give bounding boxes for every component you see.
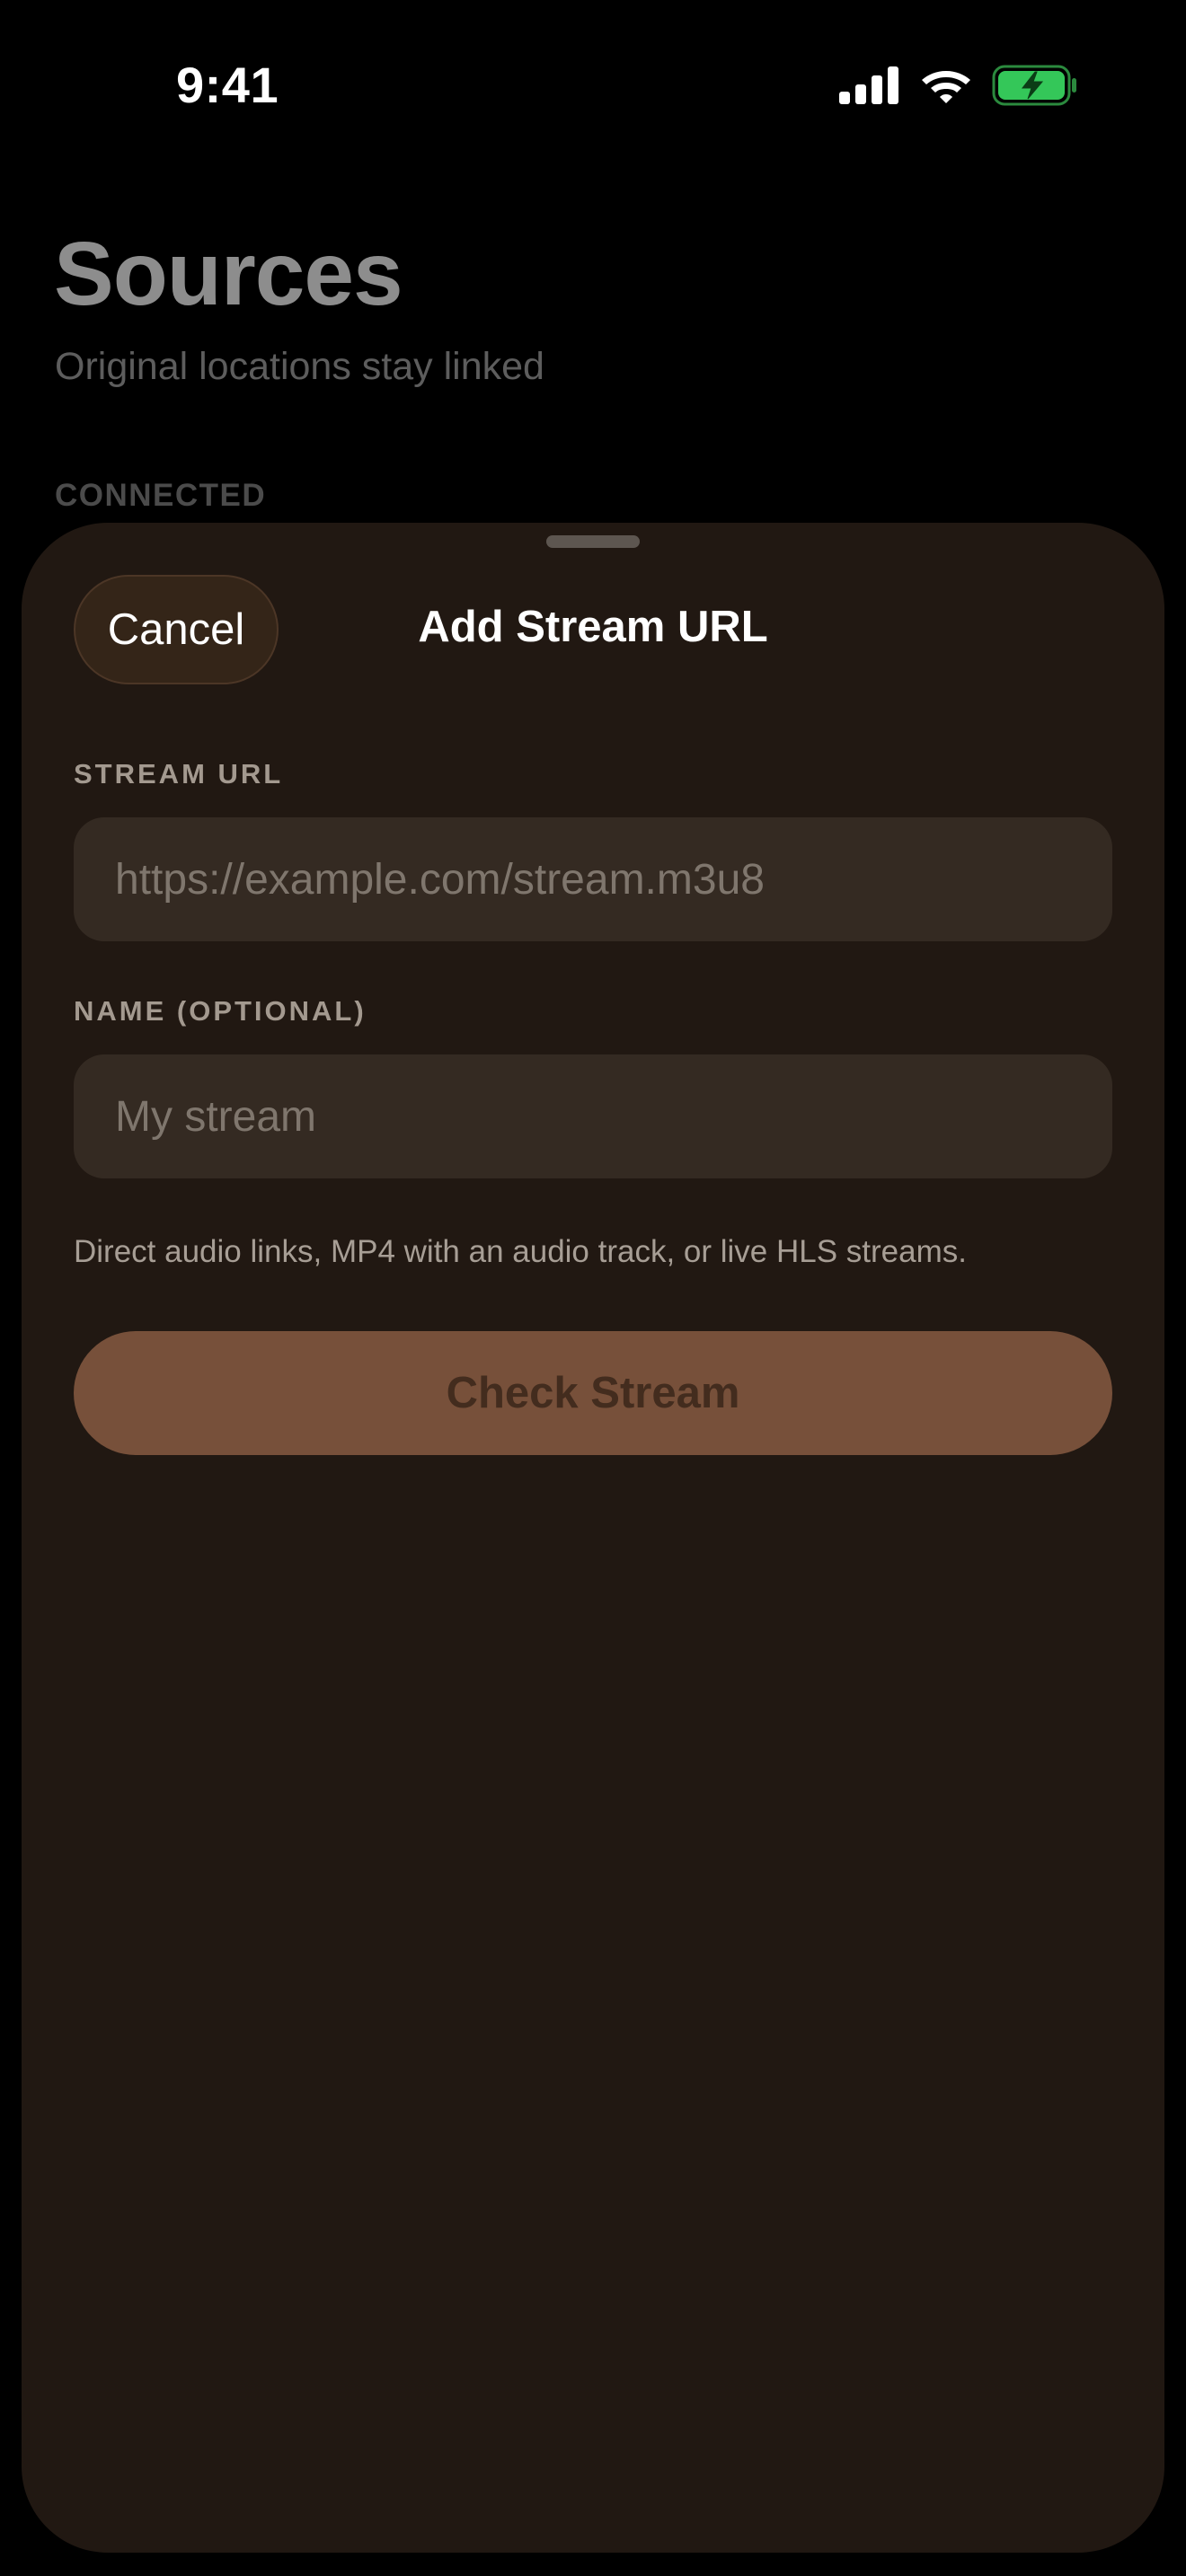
name-optional-label: NAME (OPTIONAL) bbox=[74, 995, 367, 1027]
page-title: Sources bbox=[54, 224, 403, 324]
sheet-title: Add Stream URL bbox=[418, 603, 768, 651]
screen: 9:41 Sources Original locations stay lin… bbox=[0, 0, 1186, 2576]
helper-text: Direct audio links, MP4 with an audio tr… bbox=[74, 1234, 967, 1269]
sheet-grabber[interactable] bbox=[546, 535, 640, 548]
add-stream-sheet: Cancel Add Stream URL STREAM URL NAME (O… bbox=[22, 523, 1164, 2553]
page-subtitle: Original locations stay linked bbox=[55, 345, 544, 388]
cellular-signal-icon bbox=[839, 66, 898, 104]
stream-url-field-container[interactable] bbox=[74, 817, 1112, 941]
stream-url-input[interactable] bbox=[115, 854, 1071, 904]
wifi-icon bbox=[922, 71, 970, 103]
status-icons bbox=[839, 65, 1078, 106]
check-stream-button[interactable]: Check Stream bbox=[74, 1331, 1112, 1455]
stream-url-label: STREAM URL bbox=[74, 758, 284, 790]
name-input[interactable] bbox=[115, 1091, 1071, 1142]
status-time: 9:41 bbox=[176, 57, 279, 113]
battery-charging-icon bbox=[992, 65, 1076, 106]
name-field-container[interactable] bbox=[74, 1054, 1112, 1178]
section-header-connected: CONNECTED bbox=[55, 478, 267, 513]
